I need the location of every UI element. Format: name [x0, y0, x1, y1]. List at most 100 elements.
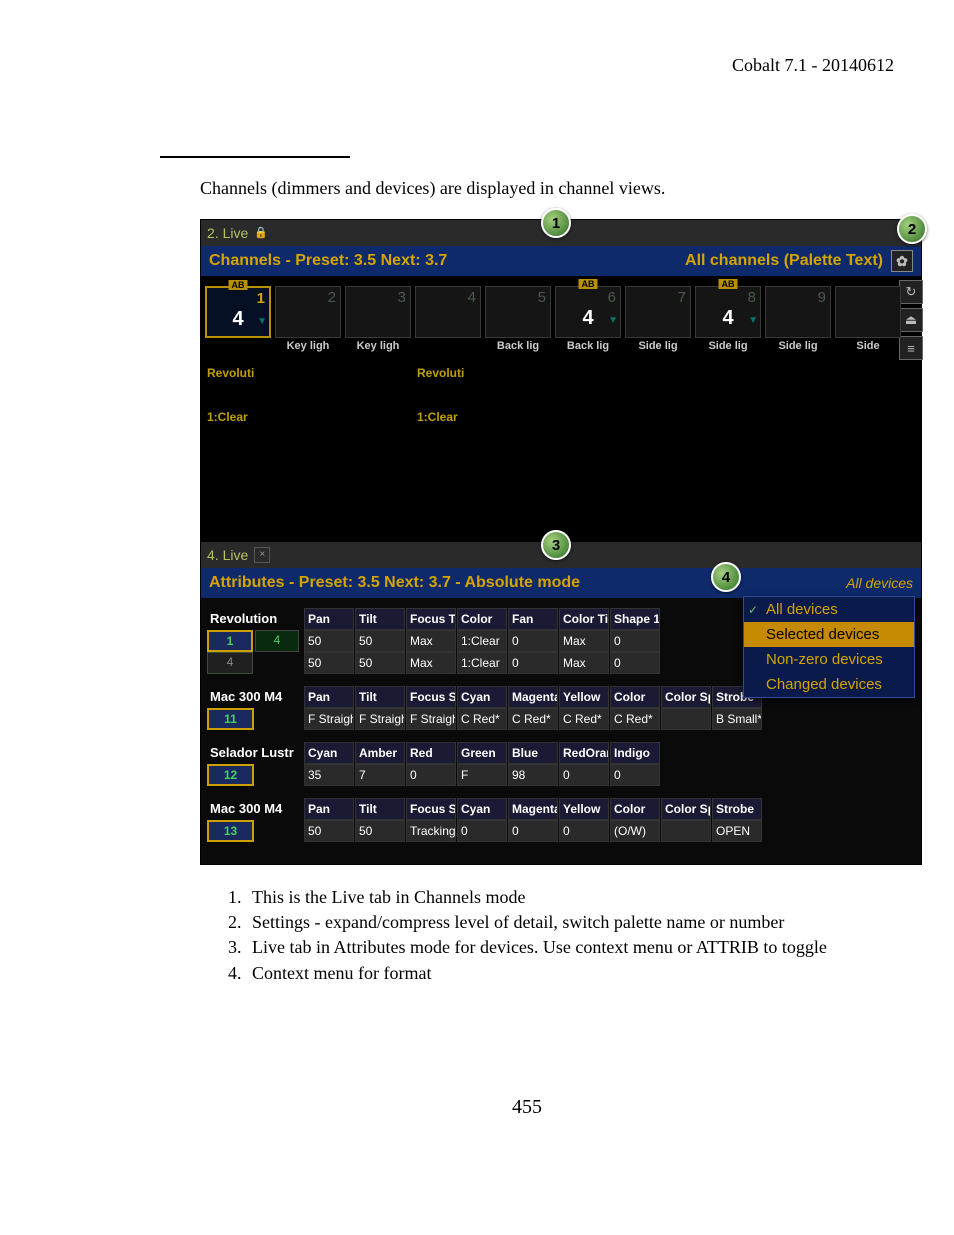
- attr-header: Shape 1:: [610, 608, 660, 630]
- context-menu-item[interactable]: Changed devices: [744, 672, 914, 697]
- attr-id-pill[interactable]: 1: [207, 630, 253, 652]
- close-icon[interactable]: ×: [254, 547, 270, 563]
- bottom-tabbar: 4. Live × 3: [201, 542, 921, 568]
- channel-type: [695, 366, 761, 386]
- gear-icon[interactable]: ✿: [891, 250, 913, 272]
- channel-type: [765, 366, 831, 386]
- attr-id-pill[interactable]: 4: [207, 652, 253, 674]
- attr-id-box[interactable]: 12: [207, 764, 303, 786]
- attr-value: 0: [508, 630, 558, 652]
- attr-header: Tilt: [355, 798, 405, 820]
- attr-value: 0: [610, 652, 660, 674]
- channel-cell[interactable]: 4: [415, 286, 481, 338]
- tab-live-2-label: 2. Live: [207, 225, 248, 241]
- menu-icon[interactable]: ≡: [899, 336, 923, 360]
- channel-number: 7: [626, 287, 690, 307]
- attr-value: 0: [508, 820, 558, 842]
- page-number: 455: [160, 1096, 894, 1119]
- channel-level: [346, 307, 410, 335]
- channel-extra: [835, 410, 901, 430]
- channel-extra: [695, 410, 761, 430]
- channel-extra: [555, 410, 621, 430]
- channel-extra: [485, 410, 551, 430]
- channel-cell[interactable]: AB84▼: [695, 286, 761, 338]
- channel-level: [836, 307, 900, 335]
- attr-value: C Red*: [559, 708, 609, 730]
- attr-id-box[interactable]: 11: [207, 708, 303, 730]
- intro-text: Channels (dimmers and devices) are displ…: [200, 178, 894, 199]
- attr-value: [661, 820, 711, 842]
- attr-header: Color Ti: [559, 608, 609, 630]
- context-menu-label: All devices: [766, 601, 838, 618]
- attr-id-box[interactable]: 14: [207, 630, 303, 652]
- attr-group-name: Mac 300 M4: [207, 798, 303, 820]
- attr-id-pill[interactable]: 4: [255, 630, 299, 652]
- tab-live-2[interactable]: 2. Live 🔒: [207, 225, 268, 241]
- channel-cell[interactable]: AB64▼: [555, 286, 621, 338]
- channel-number: [836, 287, 900, 307]
- format-context-menu[interactable]: ✓ All devices Selected devices Non-zero dev…: [743, 596, 915, 698]
- refresh-icon[interactable]: ↻: [899, 280, 923, 304]
- attr-value: F Straigh: [304, 708, 354, 730]
- channel-ab-badge: AB: [229, 280, 248, 290]
- channel-cell[interactable]: 7: [625, 286, 691, 338]
- attr-id-box[interactable]: 4: [207, 652, 303, 674]
- attr-value: OPEN: [712, 820, 762, 842]
- attr-value: F Straigh: [406, 708, 456, 730]
- channel-number: 9: [766, 287, 830, 307]
- channel-label: Side: [835, 340, 901, 358]
- attr-header: Color Sp: [661, 686, 711, 708]
- badge-3: 3: [541, 530, 571, 560]
- channel-type: [345, 366, 411, 386]
- channel-cell[interactable]: 9: [765, 286, 831, 338]
- attr-value: [661, 708, 711, 730]
- attr-value: F Straigh: [355, 708, 405, 730]
- attr-header: Cyan: [457, 798, 507, 820]
- context-menu-item[interactable]: Selected devices: [744, 622, 914, 647]
- attr-header: Tilt: [355, 608, 405, 630]
- attr-header: Cyan: [457, 686, 507, 708]
- attr-value: 50: [304, 630, 354, 652]
- channel-level: [416, 307, 480, 335]
- context-menu-label: Changed devices: [766, 676, 882, 693]
- channel-label: Side lig: [625, 340, 691, 358]
- attr-value: 0: [406, 764, 456, 786]
- attr-header: Color: [610, 686, 660, 708]
- attributes-title: Attributes - Preset: 3.5 Next: 3.7 - Abs…: [209, 574, 580, 592]
- channel-cell[interactable]: 3: [345, 286, 411, 338]
- attr-id-pill[interactable]: 13: [207, 820, 254, 842]
- context-menu-item[interactable]: Non-zero devices: [744, 647, 914, 672]
- eject-icon[interactable]: ⏏: [899, 308, 923, 332]
- channel-type: [625, 366, 691, 386]
- attr-header: Focus Sp: [406, 798, 456, 820]
- attr-id-box[interactable]: 13: [207, 820, 303, 842]
- channel-number: 6: [556, 287, 620, 307]
- attr-header: Yellow: [559, 798, 609, 820]
- tab-live-4-label: 4. Live: [207, 547, 248, 563]
- attr-value: Max: [559, 652, 609, 674]
- context-menu-label: Selected devices: [766, 626, 879, 643]
- attr-value: 0: [457, 820, 507, 842]
- context-menu-item[interactable]: ✓ All devices: [744, 597, 914, 622]
- screenshot: 1 2 2. Live 🔒 Channels - Preset: 3.5 Nex…: [200, 219, 922, 865]
- tab-live-4[interactable]: 4. Live ×: [207, 547, 270, 563]
- attr-value: 0: [508, 652, 558, 674]
- channel-cell[interactable]: [835, 286, 901, 338]
- channels-title-right: All channels (Palette Text): [685, 252, 883, 270]
- attr-header: Red: [406, 742, 456, 764]
- attr-value: C Red*: [610, 708, 660, 730]
- channel-cell[interactable]: 5: [485, 286, 551, 338]
- channel-cell[interactable]: AB14▼: [205, 286, 271, 338]
- attr-id-pill[interactable]: 11: [207, 708, 254, 730]
- attr-header: Yellow: [559, 686, 609, 708]
- channel-extra: [765, 410, 831, 430]
- channel-cell[interactable]: 2: [275, 286, 341, 338]
- attr-value: Tracking: [406, 820, 456, 842]
- chevron-down-icon: ▼: [257, 316, 267, 327]
- channel-label: Key ligh: [275, 340, 341, 358]
- chevron-down-icon: ▼: [748, 315, 758, 326]
- attr-value: 7: [355, 764, 405, 786]
- attr-id-pill[interactable]: 12: [207, 764, 254, 786]
- check-icon: ✓: [748, 603, 758, 617]
- attr-value: 0: [559, 764, 609, 786]
